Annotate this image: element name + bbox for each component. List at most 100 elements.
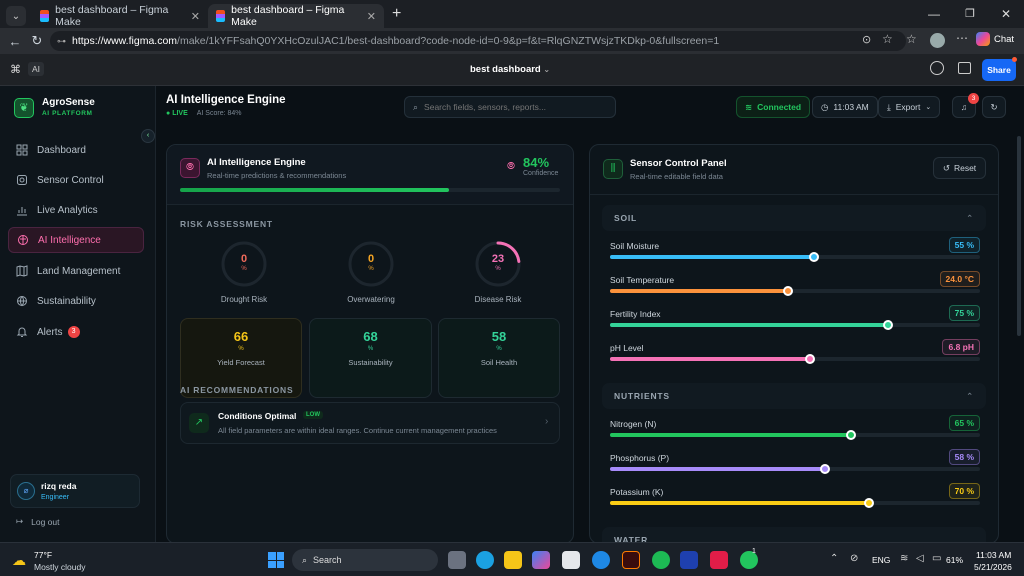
close-window-button[interactable]: ✕ xyxy=(988,0,1024,28)
drought-risk-label: Drought Risk xyxy=(220,295,268,304)
close-icon[interactable]: ✕ xyxy=(367,10,376,23)
sidebar-item-sensor-control[interactable]: Sensor Control xyxy=(8,167,144,193)
figma-logo-icon[interactable]: ⌘ xyxy=(10,63,21,76)
sidebar-item-alerts[interactable]: Alerts 3 xyxy=(8,319,144,345)
minimize-button[interactable]: — xyxy=(916,0,952,28)
snipping-icon[interactable] xyxy=(710,551,728,569)
profile-avatar[interactable] xyxy=(930,33,945,48)
battery-icon[interactable]: ▭ xyxy=(932,553,941,564)
logout-button[interactable]: ↦ Log out xyxy=(16,516,60,527)
phosphorus-row: Phosphorus (P) 58 % xyxy=(610,449,980,487)
figma-icon xyxy=(40,10,50,22)
sensor-value-badge[interactable]: 6.8 pH xyxy=(942,339,980,355)
section-nutrients-header[interactable]: NUTRIENTS ⌃ xyxy=(602,383,986,409)
reader-icon[interactable]: ⊙ xyxy=(862,33,871,46)
sensor-value-badge[interactable]: 55 % xyxy=(948,237,980,253)
file-explorer-icon[interactable] xyxy=(504,551,522,569)
slider-knob[interactable] xyxy=(882,320,893,330)
language-indicator[interactable]: ENG xyxy=(872,555,890,565)
copilot-chat-button[interactable]: Chat xyxy=(976,32,1014,46)
tab-title: best dashboard – Figma Make xyxy=(55,4,169,28)
slider-knob[interactable] xyxy=(782,286,793,296)
slider-knob[interactable] xyxy=(808,252,819,262)
chrome-icon[interactable] xyxy=(592,551,610,569)
file-title[interactable]: best dashboard ⌄ xyxy=(470,64,550,75)
soil-temperature-slider[interactable] xyxy=(610,286,980,296)
sensor-value-badge[interactable]: 24.0 °C xyxy=(939,271,980,287)
comment-icon[interactable] xyxy=(930,61,944,75)
recommendations-label: AI RECOMMENDATIONS xyxy=(180,385,294,395)
clock-date[interactable]: 5/21/2026 xyxy=(974,562,1012,572)
search-box[interactable]: ⌕ xyxy=(404,96,616,118)
close-icon[interactable]: ✕ xyxy=(191,10,200,23)
sidebar-item-label: Land Management xyxy=(37,265,121,277)
spotify-icon[interactable] xyxy=(652,551,670,569)
edge-icon[interactable] xyxy=(476,551,494,569)
sensor-card-subtitle: Real-time editable field data xyxy=(630,172,723,181)
soil-moisture-slider[interactable] xyxy=(610,252,980,262)
sidebar-item-label: Sensor Control xyxy=(37,174,104,186)
slider-knob[interactable] xyxy=(845,430,856,440)
site-info-icon[interactable]: ⊶ xyxy=(57,36,66,47)
share-button[interactable]: Share xyxy=(982,59,1016,81)
sidebar-item-land-management[interactable]: Land Management xyxy=(8,258,144,284)
maximize-button[interactable]: ❐ xyxy=(952,0,988,28)
collections-icon[interactable]: ☆ xyxy=(906,32,917,46)
start-button[interactable] xyxy=(268,552,284,568)
section-soil-header[interactable]: SOIL ⌃ xyxy=(602,205,986,231)
nitrogen-slider[interactable] xyxy=(610,430,980,440)
phosphorus-slider[interactable] xyxy=(610,464,980,474)
more-icon[interactable]: ⋯ xyxy=(956,31,968,45)
slider-fill xyxy=(610,501,869,505)
wifi-icon[interactable]: ≋ xyxy=(900,553,908,564)
volume-icon[interactable]: ◁ xyxy=(916,553,924,564)
recommendation-text: All field parameters are within ideal ra… xyxy=(218,426,497,435)
user-card[interactable]: ⌀ rizq reda Engineer xyxy=(10,474,140,508)
sensor-label: Potassium (K) xyxy=(610,487,664,497)
recommendation-item[interactable]: ↗ Conditions Optimal LOW All field param… xyxy=(180,402,560,444)
illustrator-icon[interactable] xyxy=(622,551,640,569)
search-input[interactable] xyxy=(424,102,605,112)
copilot-icon[interactable] xyxy=(532,551,550,569)
tray-chevron-icon[interactable]: ⌃ xyxy=(830,553,838,564)
reset-button[interactable]: ↺ Reset xyxy=(933,157,986,179)
sensor-value-badge[interactable]: 58 % xyxy=(948,449,980,465)
favorite-icon[interactable]: ☆ xyxy=(882,32,893,46)
store-icon[interactable] xyxy=(562,551,580,569)
refresh-button[interactable]: ↻ xyxy=(982,96,1006,118)
potassium-slider[interactable] xyxy=(610,498,980,508)
brand-logo-icon: ❦ xyxy=(14,98,34,118)
app-icon[interactable] xyxy=(680,551,698,569)
sidebar-item-live-analytics[interactable]: Live Analytics xyxy=(8,197,144,223)
slider-knob[interactable] xyxy=(864,498,874,508)
reload-icon[interactable]: ↻ xyxy=(26,33,48,49)
new-tab-button[interactable]: + xyxy=(392,5,401,23)
taskbar-search[interactable]: ⌕ Search xyxy=(292,549,438,571)
sidebar-item-dashboard[interactable]: Dashboard xyxy=(8,137,144,163)
slider-knob[interactable] xyxy=(819,464,830,474)
slider-knob[interactable] xyxy=(804,354,815,364)
sidebar-item-sustainability[interactable]: Sustainability xyxy=(8,288,144,314)
overwatering-unit: % xyxy=(368,266,374,272)
fertility-index-slider[interactable] xyxy=(610,320,980,330)
chevron-up-icon: ⌃ xyxy=(966,212,974,223)
brain-icon: ⦾ xyxy=(180,158,200,178)
browser-tab-active[interactable]: best dashboard – Figma Make ✕ xyxy=(208,4,384,28)
browser-tab-bar: ⌄ best dashboard – Figma Make ✕ best dash… xyxy=(0,0,1024,28)
present-icon[interactable] xyxy=(958,62,971,74)
main-area: AI Intelligence Engine ● LIVE AI Score: … xyxy=(156,86,1024,544)
clock-time[interactable]: 11:03 AM xyxy=(976,550,1011,560)
ai-label[interactable]: AI xyxy=(28,62,45,76)
back-icon[interactable]: ← xyxy=(4,34,26,49)
ph-level-slider[interactable] xyxy=(610,354,980,364)
sensor-value-badge[interactable]: 75 % xyxy=(948,305,980,321)
url-field[interactable]: ⊶ https://www.figma.com/make/1kYFFsahQ0Y… xyxy=(50,31,906,51)
task-view-icon[interactable] xyxy=(448,551,466,569)
sensor-value-badge[interactable]: 70 % xyxy=(948,483,980,499)
scrollbar[interactable] xyxy=(1017,136,1021,336)
export-button[interactable]: ⤓ Export ⌄ xyxy=(878,96,941,118)
sensor-value-badge[interactable]: 65 % xyxy=(948,415,980,431)
browser-tab[interactable]: best dashboard – Figma Make ✕ xyxy=(32,4,208,28)
tab-list-button[interactable]: ⌄ xyxy=(6,6,26,26)
sidebar-item-ai-intelligence[interactable]: AI Intelligence xyxy=(8,227,144,253)
